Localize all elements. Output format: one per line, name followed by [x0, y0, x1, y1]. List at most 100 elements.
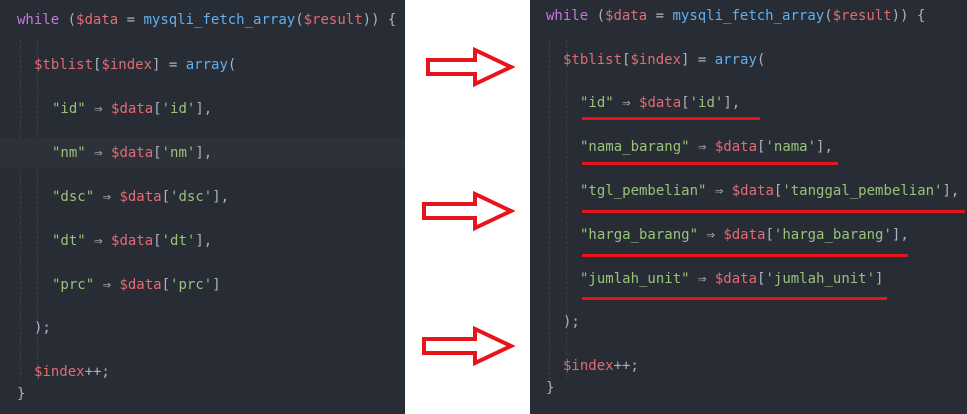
left-code-editor: while ($data = mysqli_fetch_array($resul…: [0, 0, 405, 414]
variable-token: $data: [111, 101, 154, 117]
punctuation-token: }: [546, 380, 555, 396]
right-code-editor: while ($data = mysqli_fetch_array($resul…: [530, 0, 967, 414]
arrow-operator: ⇒: [85, 233, 112, 249]
variable-token: $data: [639, 95, 682, 111]
punctuation-token: ],: [195, 101, 213, 117]
code-line-while: while ($data = mysqli_fetch_array($resul…: [530, 1, 967, 31]
variable-token: $data: [731, 183, 774, 199]
arrow-operator: ⇒: [613, 95, 640, 111]
punctuation-token: ],: [816, 139, 833, 155]
code-line-close-paren: );: [0, 313, 405, 343]
code-line-tblist: $tblist[$index] = array(: [0, 50, 405, 80]
code-line-close-brace: }: [0, 379, 405, 409]
code-line-entry: "prc" ⇒ $data['prc']: [0, 270, 405, 300]
punctuation-token: );: [563, 314, 580, 330]
variable-token: $index: [630, 52, 682, 68]
array-index: 'dsc': [170, 189, 213, 205]
variable-token: $data: [119, 189, 162, 205]
punctuation-token: =: [647, 8, 673, 24]
code-line-entry-current: "nm" ⇒ $data['nm'],: [0, 138, 405, 168]
array-index: 'dt': [161, 233, 196, 249]
red-underline-annotation: [582, 210, 965, 213]
punctuation-token: (: [295, 12, 304, 28]
arrow-operator: ⇒: [698, 227, 724, 243]
punctuation-token: ],: [212, 189, 230, 205]
variable-token: $index: [34, 364, 85, 380]
variable-token: $data: [605, 8, 648, 24]
code-line-tblist: $tblist[$index] = array(: [530, 45, 967, 75]
variable-token: $data: [111, 233, 154, 249]
variable-token: $index: [563, 358, 614, 374]
punctuation-token: ] =: [152, 57, 186, 73]
variable-token: $tblist: [34, 57, 94, 73]
punctuation-token: =: [118, 12, 144, 28]
arrow-operator: ⇒: [94, 189, 120, 205]
array-key: "tgl_pembelian": [580, 183, 707, 199]
punctuation-token: (: [588, 8, 606, 24]
array-index: 'harga_barang': [773, 227, 892, 243]
right-arrow-icon: [422, 326, 515, 366]
red-underline-annotation: [582, 162, 838, 165]
function-token: mysqli_fetch_array: [143, 12, 296, 28]
variable-token: $data: [76, 12, 119, 28]
punctuation-token: (: [227, 57, 237, 73]
variable-token: $result: [832, 8, 892, 24]
code-line-close-paren: );: [530, 307, 967, 337]
punctuation-token: }: [17, 386, 26, 402]
arrow-operator: ⇒: [689, 271, 715, 287]
code-line-while: while ($data = mysqli_fetch_array($resul…: [0, 5, 405, 35]
variable-token: $data: [119, 277, 162, 293]
code-line-close-brace: }: [530, 373, 967, 403]
array-index: 'jumlah_unit': [765, 271, 876, 287]
code-line-entry: "dt" ⇒ $data['dt'],: [0, 226, 405, 256]
punctuation-token: [: [153, 233, 162, 249]
punctuation-token: ],: [723, 95, 741, 111]
punctuation-token: ]: [212, 277, 221, 293]
array-key: "dt": [52, 233, 86, 249]
array-index: 'prc': [170, 277, 213, 293]
right-arrow-icon: [422, 191, 515, 231]
punctuation-token: [: [161, 189, 171, 205]
array-index: 'id': [689, 95, 724, 111]
punctuation-token: ],: [195, 145, 213, 161]
punctuation-token: ++;: [613, 358, 639, 374]
function-token: array: [714, 52, 757, 68]
variable-token: $tblist: [563, 52, 623, 68]
array-key: "prc": [52, 277, 95, 293]
keyword-token: while: [17, 12, 60, 28]
punctuation-token: )) {: [362, 12, 397, 28]
arrow-operator: ⇒: [706, 183, 732, 199]
code-line-entry: "jumlah_unit" ⇒ $data['jumlah_unit']: [530, 264, 967, 294]
variable-token: $index: [101, 57, 153, 73]
punctuation-token: ++;: [84, 364, 110, 380]
punctuation-token: ]: [875, 271, 884, 287]
code-line-entry: "id" ⇒ $data['id'],: [0, 94, 405, 124]
array-key: "id": [580, 95, 614, 111]
keyword-token: while: [546, 8, 589, 24]
red-underline-annotation: [582, 297, 887, 300]
red-underline-annotation: [582, 254, 908, 257]
punctuation-token: );: [34, 320, 51, 336]
array-key: "nama_barang": [580, 139, 690, 155]
array-key: "jumlah_unit": [580, 271, 690, 287]
variable-token: $data: [714, 139, 758, 155]
punctuation-token: (: [824, 8, 833, 24]
code-line-entry: "dsc" ⇒ $data['dsc'],: [0, 182, 405, 212]
variable-token: $data: [714, 271, 758, 287]
arrow-operator: ⇒: [85, 101, 112, 117]
array-key: "harga_barang": [580, 227, 699, 243]
punctuation-token: [: [161, 277, 171, 293]
array-index: 'nm': [161, 145, 196, 161]
right-arrow-icon: [426, 47, 515, 87]
array-index: 'nama': [765, 139, 817, 155]
punctuation-token: ],: [942, 183, 960, 199]
variable-token: $data: [111, 145, 154, 161]
array-key: "id": [52, 101, 86, 117]
code-line-entry: "tgl_pembelian" ⇒ $data['tanggal_pembeli…: [530, 176, 967, 206]
punctuation-token: [: [153, 145, 162, 161]
function-token: array: [185, 57, 228, 73]
arrow-operator: ⇒: [689, 139, 715, 155]
array-index: 'tanggal_pembelian': [782, 183, 943, 199]
punctuation-token: (: [756, 52, 766, 68]
punctuation-token: ],: [891, 227, 909, 243]
